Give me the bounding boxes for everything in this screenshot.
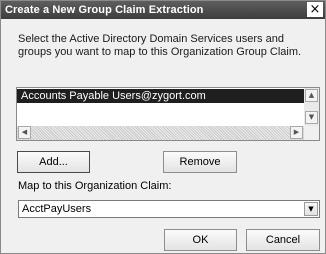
window-title: Create a New Group Claim Extraction: [5, 4, 204, 16]
title-bar[interactable]: Create a New Group Claim Extraction ×: [1, 1, 325, 19]
instructions-text: Select the Active Directory Domain Servi…: [18, 33, 302, 58]
cancel-button[interactable]: Cancel: [246, 229, 320, 251]
add-button[interactable]: Add...: [17, 151, 90, 173]
organization-claim-dropdown[interactable]: AcctPayUsers ▼: [18, 200, 320, 218]
scroll-left-arrow-icon[interactable]: ◀: [18, 126, 31, 139]
scrollbar-corner: [304, 126, 319, 140]
scroll-right-arrow-icon[interactable]: ▶: [290, 126, 303, 139]
scroll-down-arrow-icon[interactable]: ▼: [305, 111, 318, 124]
scroll-up-arrow-icon[interactable]: ▲: [305, 89, 318, 102]
dialog-window: Create a New Group Claim Extraction × Se…: [0, 0, 326, 254]
dropdown-selected-value: AcctPayUsers: [22, 203, 92, 215]
list-item[interactable]: Accounts Payable Users@zygort.com: [17, 89, 304, 103]
users-groups-listbox[interactable]: Accounts Payable Users@zygort.com ▲ ▼ ◀ …: [16, 87, 320, 141]
map-claim-label: Map to this Organization Claim:: [18, 180, 172, 192]
vertical-scrollbar[interactable]: ▲ ▼: [304, 88, 319, 126]
ok-button[interactable]: OK: [164, 229, 237, 251]
horizontal-scrollbar[interactable]: ◀ ▶: [17, 126, 304, 140]
chevron-down-icon[interactable]: ▼: [304, 202, 318, 216]
remove-button[interactable]: Remove: [163, 151, 237, 173]
close-button[interactable]: ×: [307, 2, 323, 17]
